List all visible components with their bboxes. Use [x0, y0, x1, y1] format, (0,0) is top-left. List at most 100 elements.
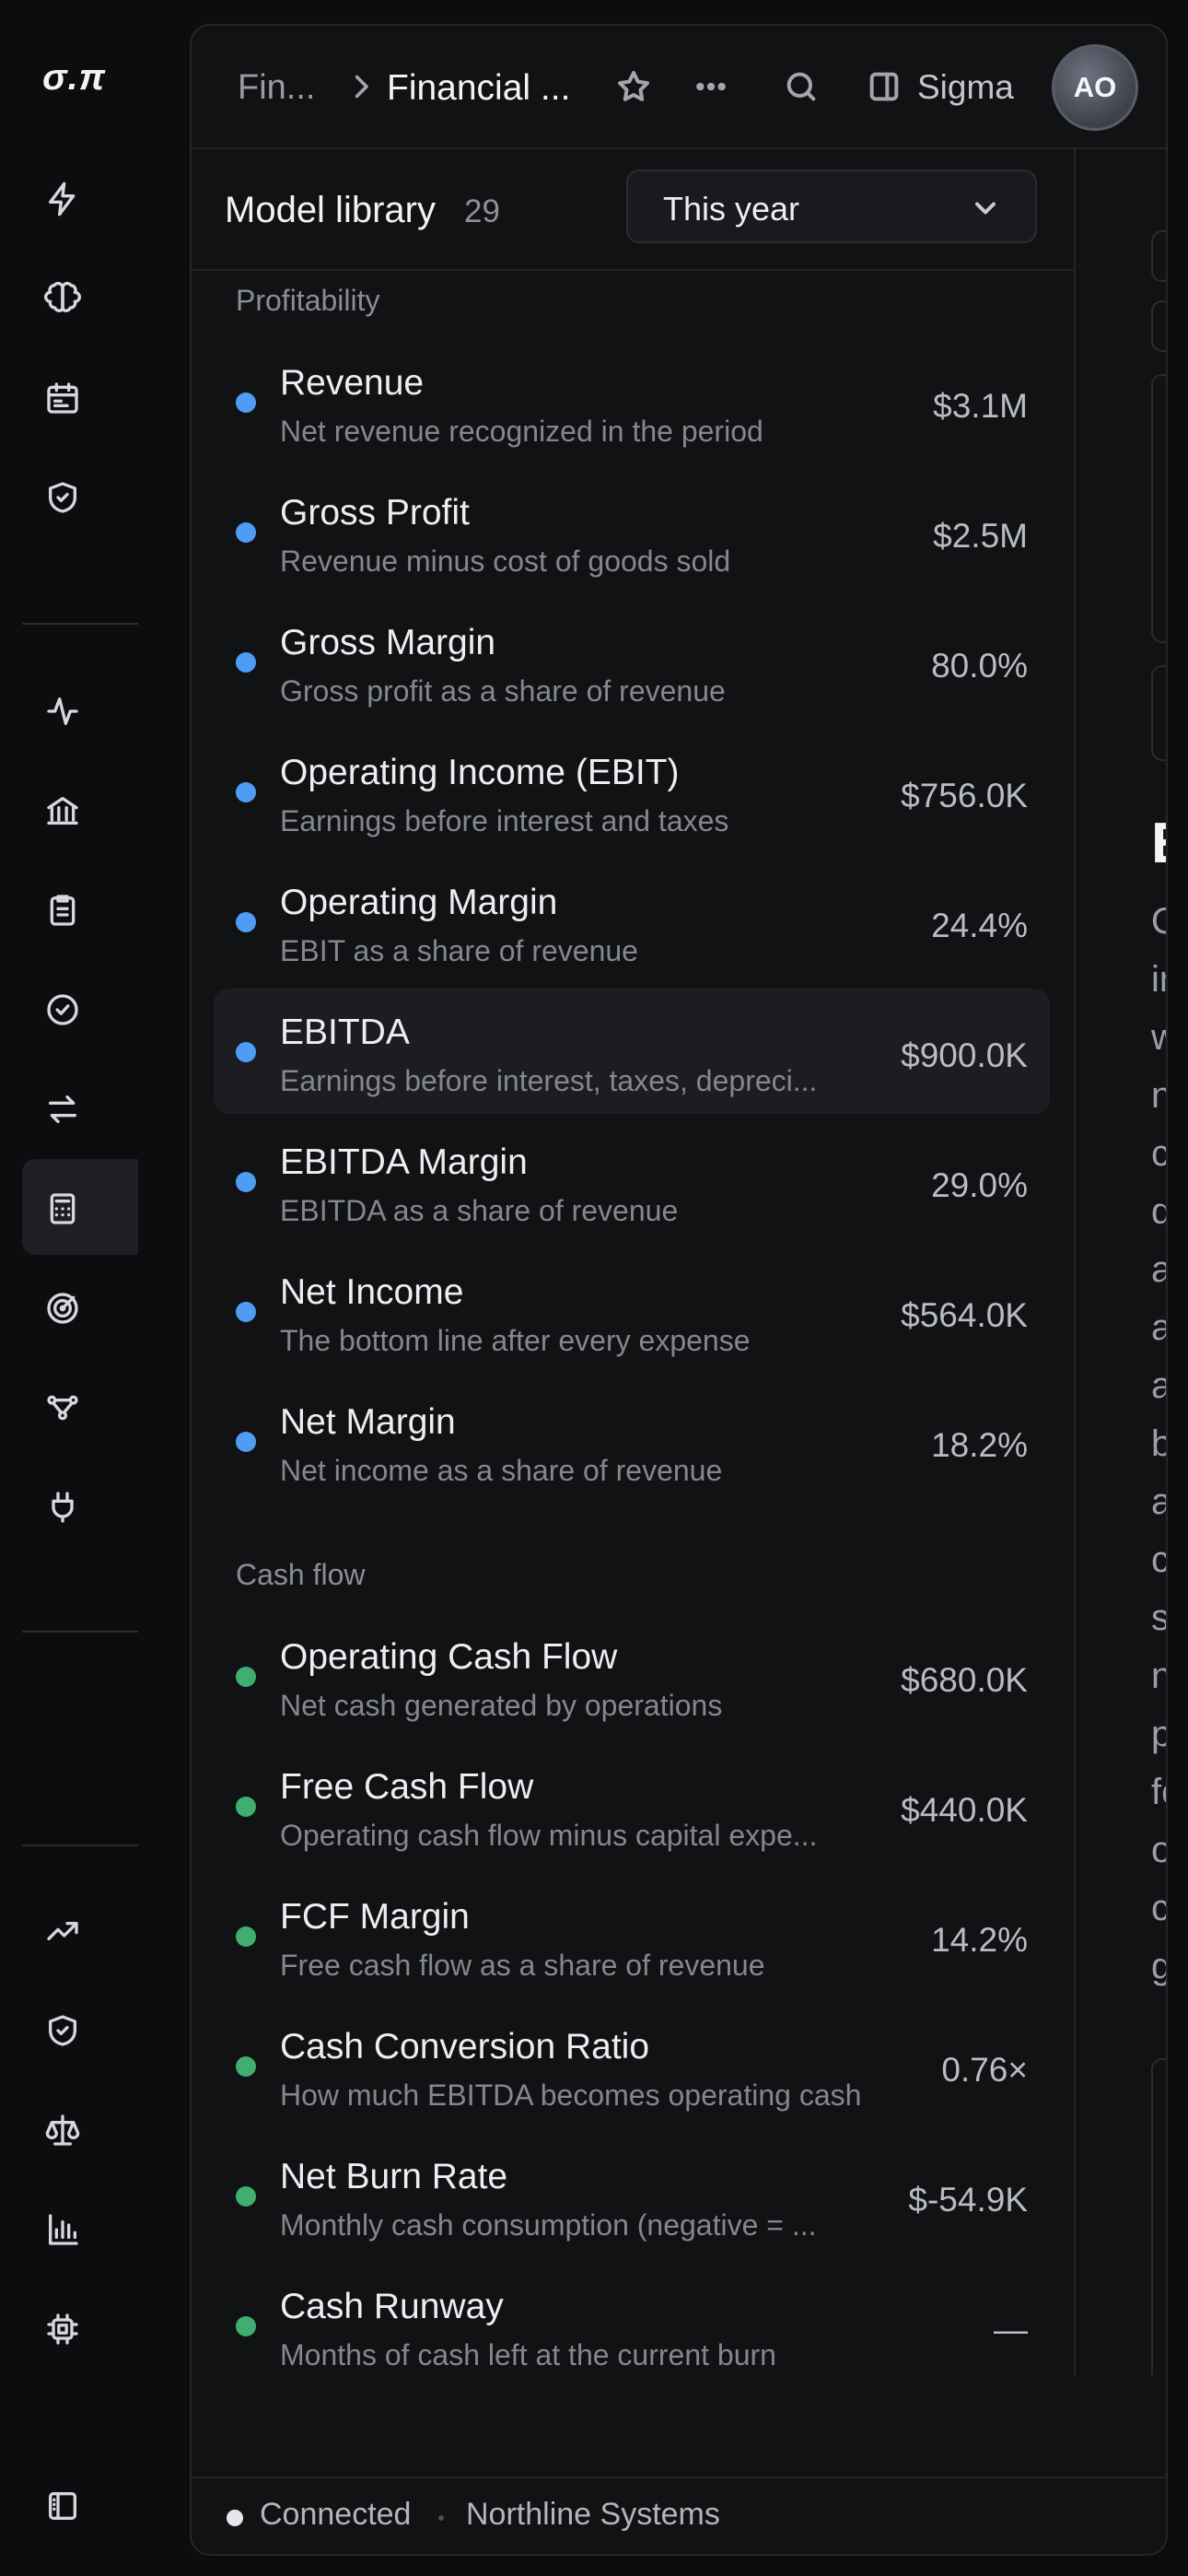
detail-text-line: a: [1151, 1365, 1166, 1407]
detail-chip[interactable]: [1151, 230, 1166, 282]
list-item[interactable]: Operating Income (EBIT) Earnings before i…: [214, 729, 1050, 854]
category-dot: [236, 1667, 256, 1687]
breadcrumb-current[interactable]: Financial ...: [387, 68, 570, 109]
badge-check-icon[interactable]: [41, 988, 85, 1032]
item-title: Revenue: [280, 363, 425, 403]
list-item[interactable]: Cash Runway Months of cash left at the cu…: [214, 2263, 1050, 2371]
item-value: $564.0K: [901, 1296, 1028, 1334]
brain-icon[interactable]: [41, 276, 85, 321]
cpu-icon[interactable]: [41, 2307, 85, 2351]
list-item[interactable]: Revenue Net revenue recognized in the per…: [214, 339, 1050, 464]
star-icon[interactable]: [611, 64, 656, 109]
list-item[interactable]: Operating Cash Flow Net cash generated by…: [214, 1613, 1050, 1739]
item-description: EBIT as a share of revenue: [280, 934, 638, 967]
list-item[interactable]: Net Income The bottom line after every ex…: [214, 1248, 1050, 1374]
calculator-icon[interactable]: [41, 1187, 85, 1231]
left-rail: σ.π: [0, 0, 181, 2576]
sidebar-toggle-icon[interactable]: [41, 2484, 85, 2528]
detail-text-line: p: [1151, 1714, 1166, 1755]
calendar-icon[interactable]: [41, 376, 85, 420]
category-dot: [236, 1432, 256, 1452]
item-title: Gross Margin: [280, 623, 496, 662]
trending-up-icon[interactable]: [41, 1909, 85, 1953]
bar-chart-icon[interactable]: [41, 2207, 85, 2252]
item-title: FCF Margin: [280, 1897, 470, 1937]
item-description: Net income as a share of revenue: [280, 1454, 723, 1487]
plug-icon[interactable]: [41, 1485, 85, 1529]
item-description: EBITDA as a share of revenue: [280, 1194, 679, 1227]
list-item[interactable]: Net Burn Rate Monthly cash consumption (n…: [214, 2133, 1050, 2258]
detail-text-line: g: [1151, 1946, 1166, 1987]
detail-chip[interactable]: [1151, 300, 1166, 352]
search-icon[interactable]: [779, 64, 823, 109]
detail-text-line: b: [1151, 1423, 1166, 1465]
more-icon[interactable]: [689, 64, 733, 109]
shield-check-icon[interactable]: [41, 475, 85, 520]
lightning-icon[interactable]: [41, 177, 85, 221]
detail-card: [1151, 2058, 1166, 2375]
transfer-icon[interactable]: [41, 1087, 85, 1131]
detail-text-line: O: [1151, 901, 1166, 943]
bank-icon[interactable]: [41, 789, 85, 833]
item-value: $3.1M: [933, 387, 1028, 425]
list-item[interactable]: FCF Margin Free cash flow as a share of r…: [214, 1873, 1050, 1998]
chevron-right-icon: [344, 70, 378, 103]
model-list[interactable]: Profitability Revenue Net revenue recogniz…: [192, 271, 1074, 2371]
target-icon[interactable]: [41, 1286, 85, 1330]
detail-text-line: d: [1151, 1191, 1166, 1233]
model-library: Model library 29 This year Profitability…: [192, 149, 1076, 2375]
avatar[interactable]: AO: [1052, 44, 1138, 131]
app-logo[interactable]: σ.π: [42, 57, 106, 99]
item-value: $900.0K: [901, 1036, 1028, 1074]
list-item[interactable]: Cash Conversion Ratio How much EBITDA bec…: [214, 2003, 1050, 2128]
workspace-name[interactable]: Sigma: [917, 68, 1014, 107]
item-description: The bottom line after every expense: [280, 1324, 751, 1357]
category-dot: [236, 2186, 256, 2207]
detail-text-line: fo: [1151, 1772, 1166, 1812]
list-item[interactable]: Operating Margin EBIT as a share of reven…: [214, 859, 1050, 984]
period-dropdown[interactable]: This year: [626, 170, 1037, 243]
item-title: Operating Margin: [280, 883, 558, 922]
library-count: 29: [464, 193, 500, 229]
workflow-icon[interactable]: [41, 1386, 85, 1430]
list-item[interactable]: EBITDA Margin EBITDA as a share of revenu…: [214, 1118, 1050, 1244]
organization-name[interactable]: Northline Systems: [466, 2497, 720, 2533]
item-description: Gross profit as a share of revenue: [280, 674, 726, 708]
list-item[interactable]: Free Cash Flow Operating cash flow minus …: [214, 1743, 1050, 1868]
detail-text-line: c: [1151, 1540, 1166, 1581]
status-bar: Connected Northline Systems: [192, 2476, 1166, 2554]
item-value: $-54.9K: [908, 2181, 1028, 2219]
detail-heading: E: [1151, 811, 1166, 876]
list-item[interactable]: EBITDA Earnings before interest, taxes, d…: [214, 989, 1050, 1114]
item-description: Earnings before interest and taxes: [280, 804, 729, 837]
list-item[interactable]: Net Margin Net income as a share of reven…: [214, 1378, 1050, 1504]
detail-text-line: a: [1151, 1307, 1166, 1349]
breadcrumb-parent[interactable]: Fin...: [238, 68, 315, 108]
panel-toggle-icon[interactable]: [862, 64, 906, 109]
rail-divider: [22, 623, 138, 625]
clipboard-icon[interactable]: [41, 888, 85, 932]
item-value: $756.0K: [901, 777, 1028, 814]
category-dot: [236, 782, 256, 802]
library-title: Model library: [225, 190, 436, 230]
shield-check-icon[interactable]: [41, 2008, 85, 2053]
connection-status-dot: [227, 2510, 243, 2526]
item-value: 80.0%: [931, 647, 1028, 685]
detail-field[interactable]: [1151, 665, 1166, 761]
scale-icon[interactable]: [41, 2108, 85, 2152]
item-description: Months of cash left at the current burn: [280, 2338, 776, 2371]
detail-text-line: a: [1151, 1249, 1166, 1291]
activity-icon[interactable]: [41, 689, 85, 733]
detail-text-line: a: [1151, 1481, 1166, 1523]
detail-text-line: n: [1151, 1656, 1166, 1697]
list-item[interactable]: Gross Margin Gross profit as a share of r…: [214, 599, 1050, 724]
item-title: Net Burn Rate: [280, 2157, 508, 2196]
item-title: Operating Cash Flow: [280, 1637, 618, 1677]
item-description: Earnings before interest, taxes, depreci…: [280, 1064, 818, 1097]
list-item[interactable]: Gross Profit Revenue minus cost of goods …: [214, 469, 1050, 594]
item-title: Cash Conversion Ratio: [280, 2027, 650, 2067]
detail-card: [1151, 374, 1166, 643]
detail-preview: E Oinwncdaaabacstnpfoocg: [1076, 149, 1166, 2375]
category-dot: [236, 1302, 256, 1322]
footer-separator: [438, 2515, 444, 2521]
